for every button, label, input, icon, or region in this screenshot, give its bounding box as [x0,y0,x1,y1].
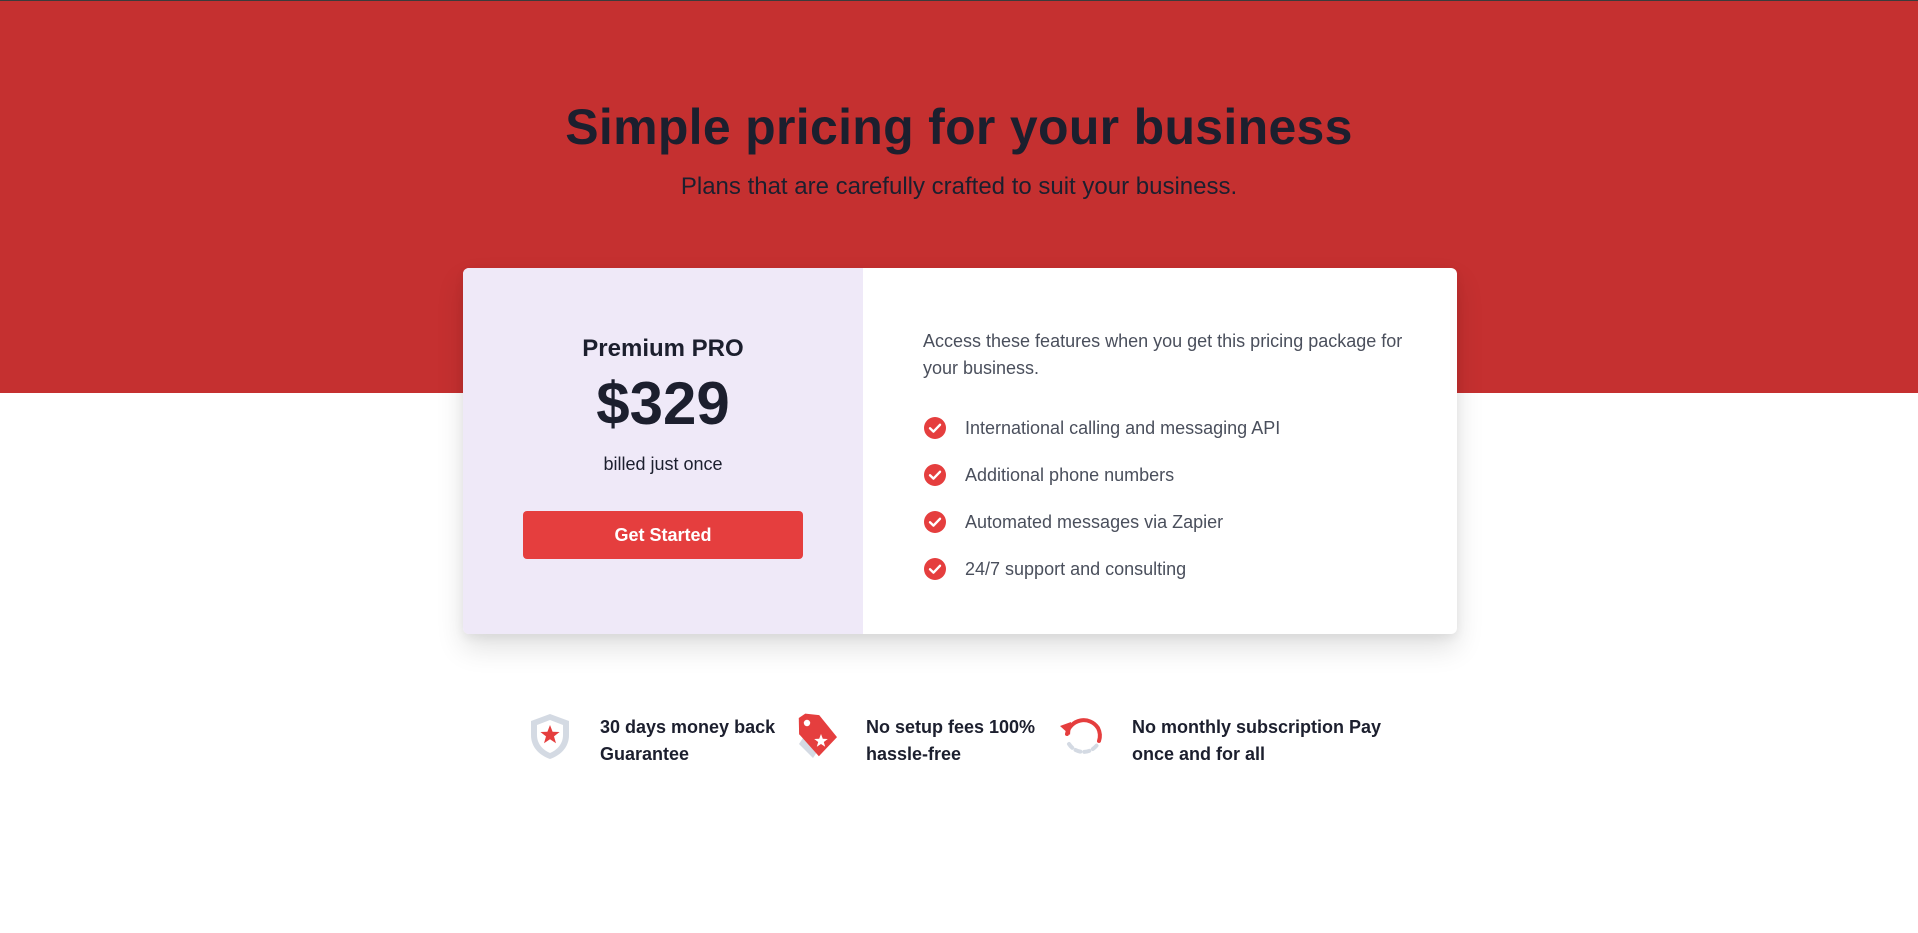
guarantee-line: 30 days money back [600,717,776,737]
check-circle-icon [924,510,946,533]
check-circle-icon [924,416,946,439]
plan-billing-note: billed just once [603,454,723,474]
plan-name: Premium PRO [582,335,744,362]
pricing-card: Premium PRO $329 billed just once Get St… [463,268,1457,634]
guarantee-no-subscription: No monthly subscription Pay once and for… [1057,710,1397,770]
feature-label: International calling and messaging API [965,417,1281,438]
feature-item: Automated messages via Zapier [923,498,1280,545]
guarantee-strip: 30 days money back Guarantee No setup fe… [525,710,1425,770]
features-intro: Access these features when you get this … [923,331,1403,378]
feature-list: International calling and messaging API … [923,404,1280,592]
guarantee-line: No setup fees 100% [866,717,1036,737]
get-started-button[interactable]: Get Started [523,511,803,559]
features-panel: Access these features when you get this … [863,268,1457,634]
guarantee-line: Guarantee [600,744,690,764]
check-circle-icon [924,463,946,486]
refresh-icon [1060,718,1102,754]
page-subtitle: Plans that are carefully crafted to suit… [680,173,1238,200]
plan-summary-panel: Premium PRO $329 billed just once Get St… [463,268,863,634]
check-circle-icon [924,557,946,580]
guarantee-line: No monthly subscription Pay [1132,717,1382,737]
guarantee-money-back: 30 days money back Guarantee [525,710,780,770]
feature-item: International calling and messaging API [923,404,1280,451]
plan-price: $329 [596,370,730,437]
price-tag-icon [798,713,837,758]
guarantee-line: once and for all [1132,744,1266,764]
shield-star-icon [531,714,569,759]
feature-item: 24/7 support and consulting [923,545,1280,592]
guarantee-line: hassle-free [866,744,962,764]
feature-label: Automated messages via Zapier [965,511,1224,532]
guarantee-no-setup-fees: No setup fees 100% hassle-free [791,710,1046,770]
page-title: Simple pricing for your business [565,99,1353,155]
feature-item: Additional phone numbers [923,451,1280,498]
feature-label: Additional phone numbers [965,464,1175,485]
feature-label: 24/7 support and consulting [965,558,1187,579]
